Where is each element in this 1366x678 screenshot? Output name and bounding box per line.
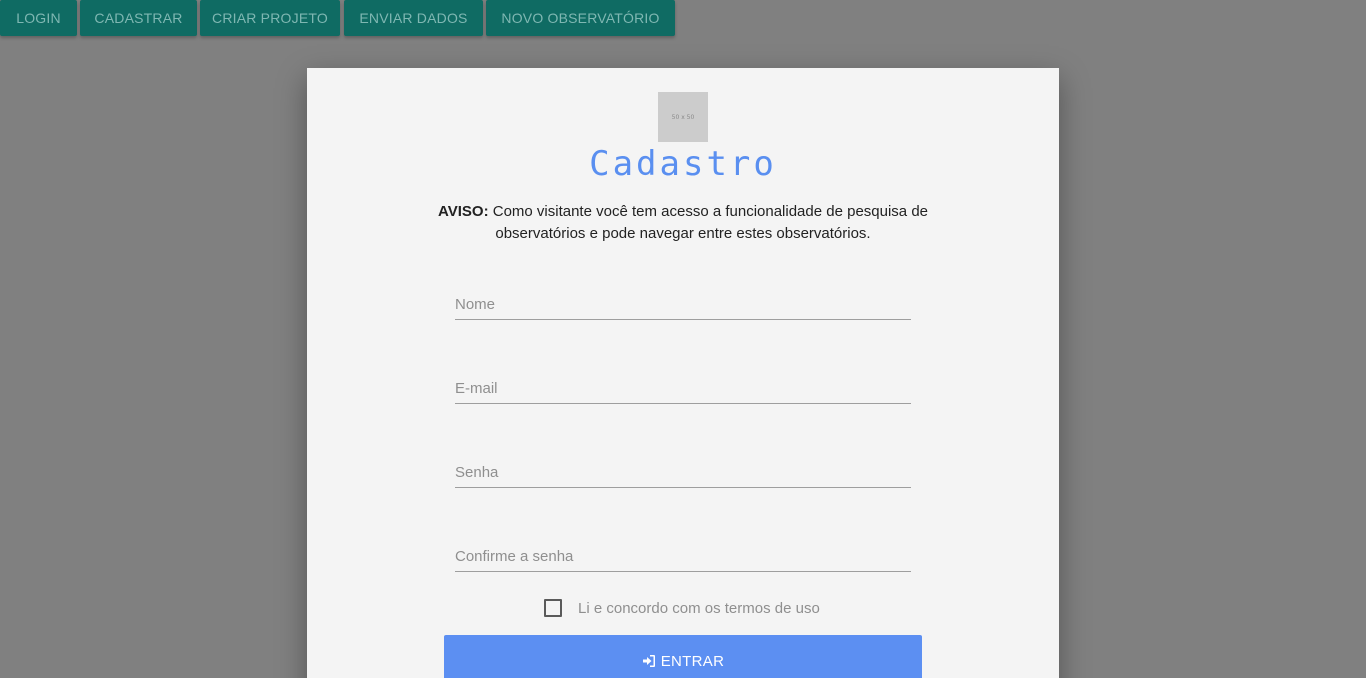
logo-placeholder: 50 x 50 bbox=[658, 92, 708, 142]
confirm-password-field bbox=[455, 532, 911, 572]
notice-body: Como visitante você tem acesso a funcion… bbox=[492, 203, 928, 242]
notice-text: AVISO: Como visitante você tem acesso a … bbox=[437, 201, 929, 245]
nav-send-data-button[interactable]: ENVIAR DADOS bbox=[344, 0, 483, 36]
register-modal: 50 x 50 Cadastro AVISO: Como visitante v… bbox=[307, 68, 1059, 678]
submit-label: ENTRAR bbox=[660, 653, 725, 670]
password-field bbox=[455, 448, 911, 488]
nav-new-observatory-button[interactable]: NOVO OBSERVATÓRIO bbox=[486, 0, 675, 36]
terms-label[interactable]: Li e concordo com os termos de uso bbox=[578, 600, 820, 617]
email-input[interactable] bbox=[455, 364, 911, 403]
nav-login-button[interactable]: LOGIN bbox=[0, 0, 77, 36]
name-field bbox=[455, 280, 911, 320]
nav-create-project-button[interactable]: CRIAR PROJETO bbox=[200, 0, 340, 36]
nav-register-button[interactable]: CADASTRAR bbox=[80, 0, 197, 36]
notice-label: AVISO: bbox=[438, 203, 489, 220]
terms-row: Li e concordo com os termos de uso bbox=[544, 598, 820, 618]
sign-in-icon bbox=[642, 655, 655, 667]
confirm-password-input[interactable] bbox=[455, 532, 911, 571]
terms-checkbox[interactable] bbox=[544, 599, 562, 617]
submit-button[interactable]: ENTRAR bbox=[444, 635, 922, 678]
password-input[interactable] bbox=[455, 448, 911, 487]
name-input[interactable] bbox=[455, 280, 911, 319]
email-field bbox=[455, 364, 911, 404]
page-title: Cadastro bbox=[589, 144, 777, 184]
